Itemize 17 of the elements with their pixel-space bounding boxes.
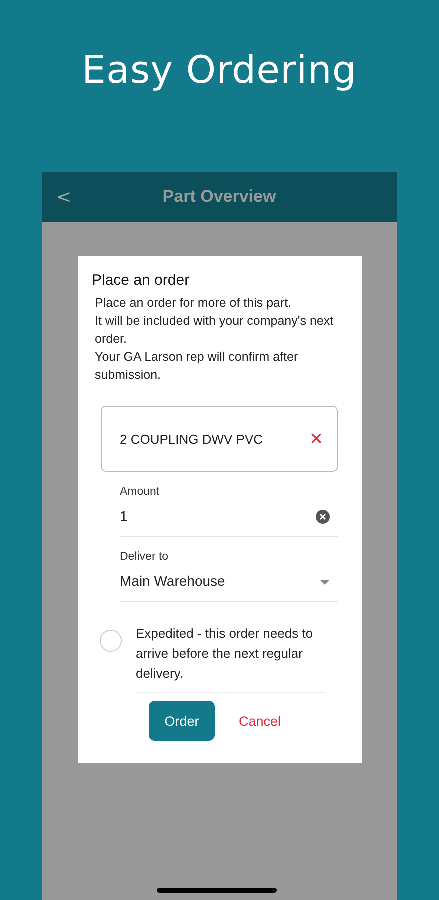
headline: Easy Ordering [82,48,357,94]
screen-title: Part Overview [162,187,278,207]
remove-button[interactable]: × [310,428,323,450]
input-field[interactable]: 1 [120,508,338,537]
dropdown-field[interactable]: Main Warehouse [120,573,338,602]
radio-button[interactable] [100,630,122,652]
order-button[interactable]: Order [149,701,215,741]
part-name: 2 COUPLING DWV PVC [120,432,264,446]
caret-icon [320,580,330,585]
dialog-title: Place an order [92,272,191,289]
field-label: Amount [120,486,160,498]
cancel-button[interactable]: Cancel [233,712,288,730]
dialog-message: Place an order for more of this part. It will be included with your company's next order. Your GA Larson rep will confirm after submission. [94,295,335,384]
field-label: Deliver to [120,551,169,563]
expedited-label: Expedited - this order needs to arrive before the next regular delivery. [136,616,326,693]
clear-icon[interactable] [316,510,330,524]
back-button[interactable]: < [42,186,86,208]
